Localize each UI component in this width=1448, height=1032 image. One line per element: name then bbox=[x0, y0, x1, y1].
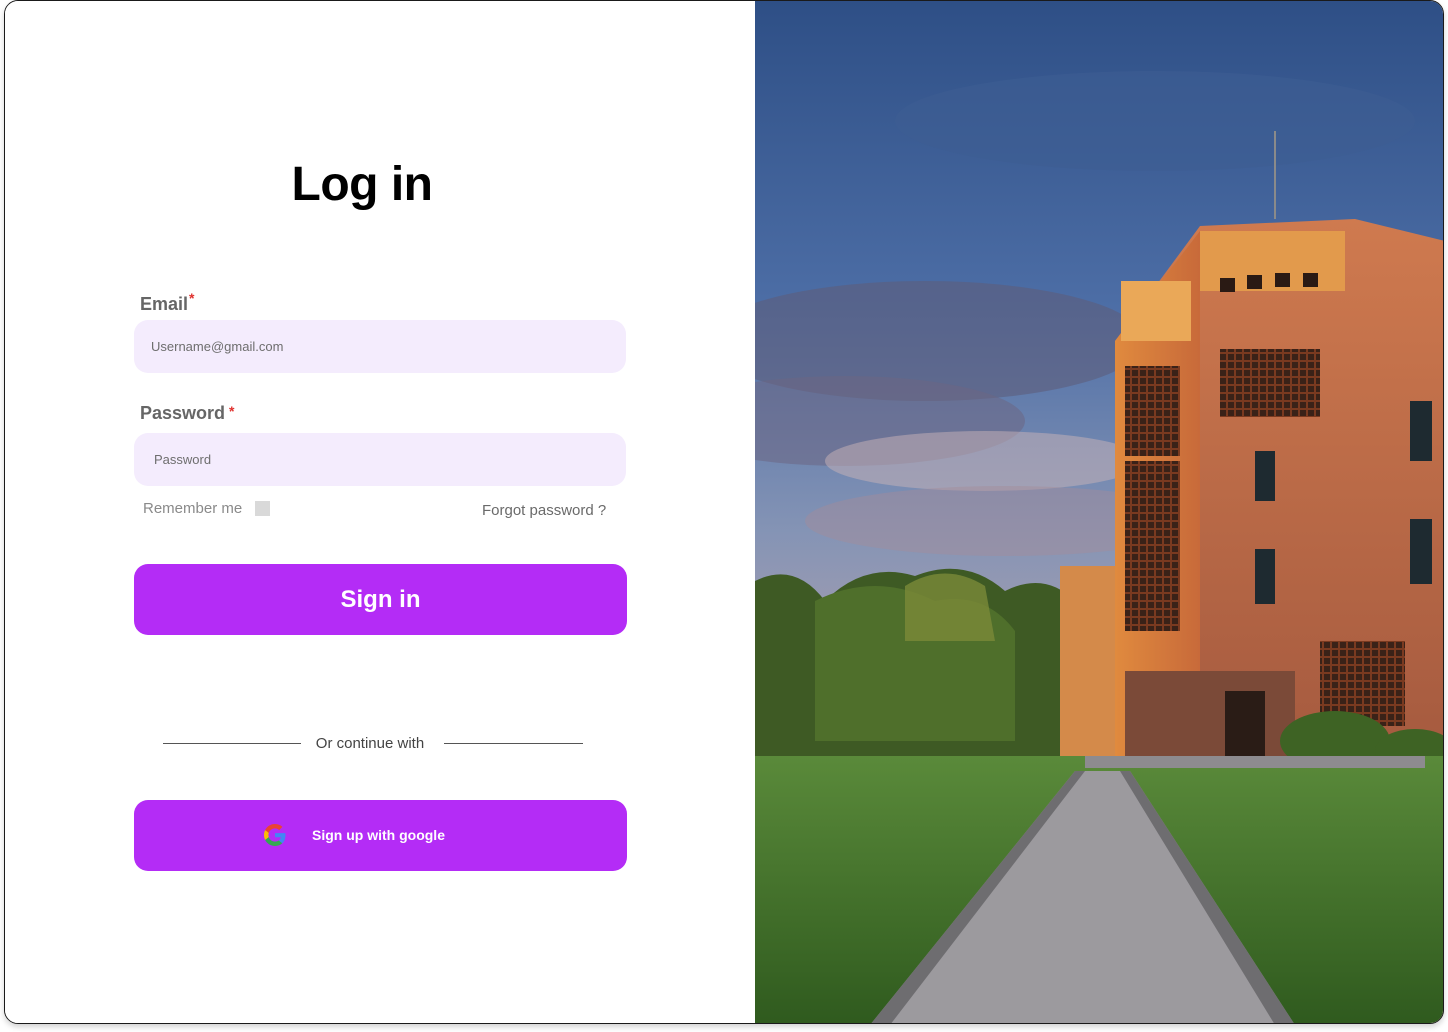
divider-text: Or continue with bbox=[315, 735, 425, 752]
campus-building-illustration bbox=[755, 1, 1443, 1023]
password-field[interactable] bbox=[134, 433, 626, 486]
email-label: Email* bbox=[140, 290, 194, 315]
remember-me-label: Remember me bbox=[143, 500, 243, 517]
campus-photo bbox=[755, 1, 1443, 1023]
password-required-mark: * bbox=[229, 403, 235, 419]
google-g-icon bbox=[264, 824, 286, 846]
remember-me-checkbox[interactable] bbox=[255, 501, 270, 516]
email-label-text: Email bbox=[140, 294, 189, 314]
email-field[interactable] bbox=[134, 320, 626, 373]
page-title: Log in bbox=[291, 158, 433, 211]
divider-left bbox=[163, 743, 301, 744]
password-label: Password * bbox=[140, 403, 235, 424]
google-signup-label: Sign up with google bbox=[312, 827, 445, 843]
divider-right bbox=[444, 743, 583, 744]
login-window: Log in Email* Password* Remember me Forg… bbox=[4, 0, 1444, 1024]
password-label-text: Password bbox=[140, 403, 226, 423]
email-required-mark: * bbox=[189, 290, 195, 306]
forgot-password-link[interactable]: Forgot password ? bbox=[482, 502, 606, 519]
login-panel: Log in Email* Password* Remember me Forg… bbox=[5, 1, 755, 1023]
google-signup-button[interactable]: Sign up with google bbox=[134, 800, 627, 871]
sign-in-button[interactable]: Sign in bbox=[134, 564, 627, 635]
